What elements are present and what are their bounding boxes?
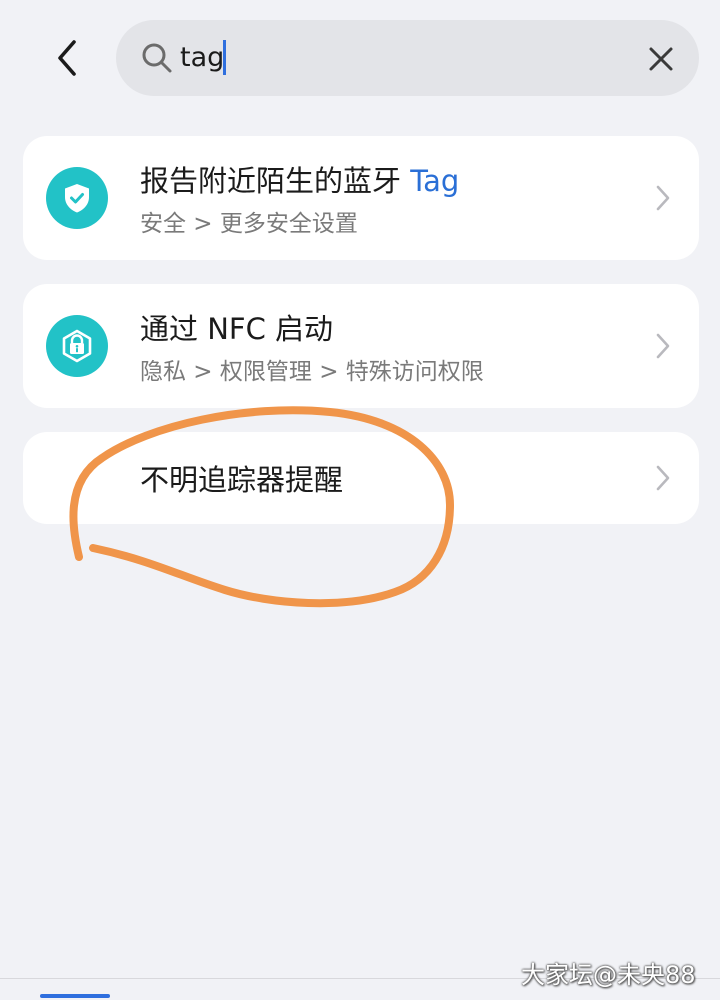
result-path: 安全 > 更多安全设置 — [140, 211, 358, 237]
result-path: 隐私 > 权限管理 > 特殊访问权限 — [140, 359, 484, 385]
text-cursor — [223, 40, 226, 75]
chevron-right-icon — [656, 465, 670, 491]
result-title: 通过 NFC 启动 — [140, 312, 334, 346]
back-button[interactable] — [46, 36, 90, 80]
chevron-left-icon — [58, 40, 76, 76]
chevron-right-icon — [656, 185, 670, 211]
result-title: 报告附近陌生的蓝牙 Tag — [140, 164, 460, 198]
search-input[interactable]: tag — [180, 38, 224, 78]
chevron-right-icon — [656, 333, 670, 359]
lock-info-icon — [46, 315, 108, 377]
search-result-item[interactable]: 不明追踪器提醒 — [23, 432, 699, 524]
shield-check-icon — [46, 167, 108, 229]
search-result-item[interactable]: 报告附近陌生的蓝牙 Tag 安全 > 更多安全设置 — [23, 136, 699, 260]
result-title: 不明追踪器提醒 — [140, 463, 344, 497]
clear-search-button[interactable] — [646, 44, 676, 74]
search-result-item[interactable]: 通过 NFC 启动 隐私 > 权限管理 > 特殊访问权限 — [23, 284, 699, 408]
search-bar[interactable]: tag — [116, 20, 699, 96]
close-icon — [649, 47, 673, 71]
bottom-navigation-partial — [0, 990, 720, 1000]
search-icon — [142, 43, 172, 73]
search-match-highlight: Tag — [410, 164, 460, 198]
watermark: 大家坛@未央88 — [521, 961, 696, 989]
